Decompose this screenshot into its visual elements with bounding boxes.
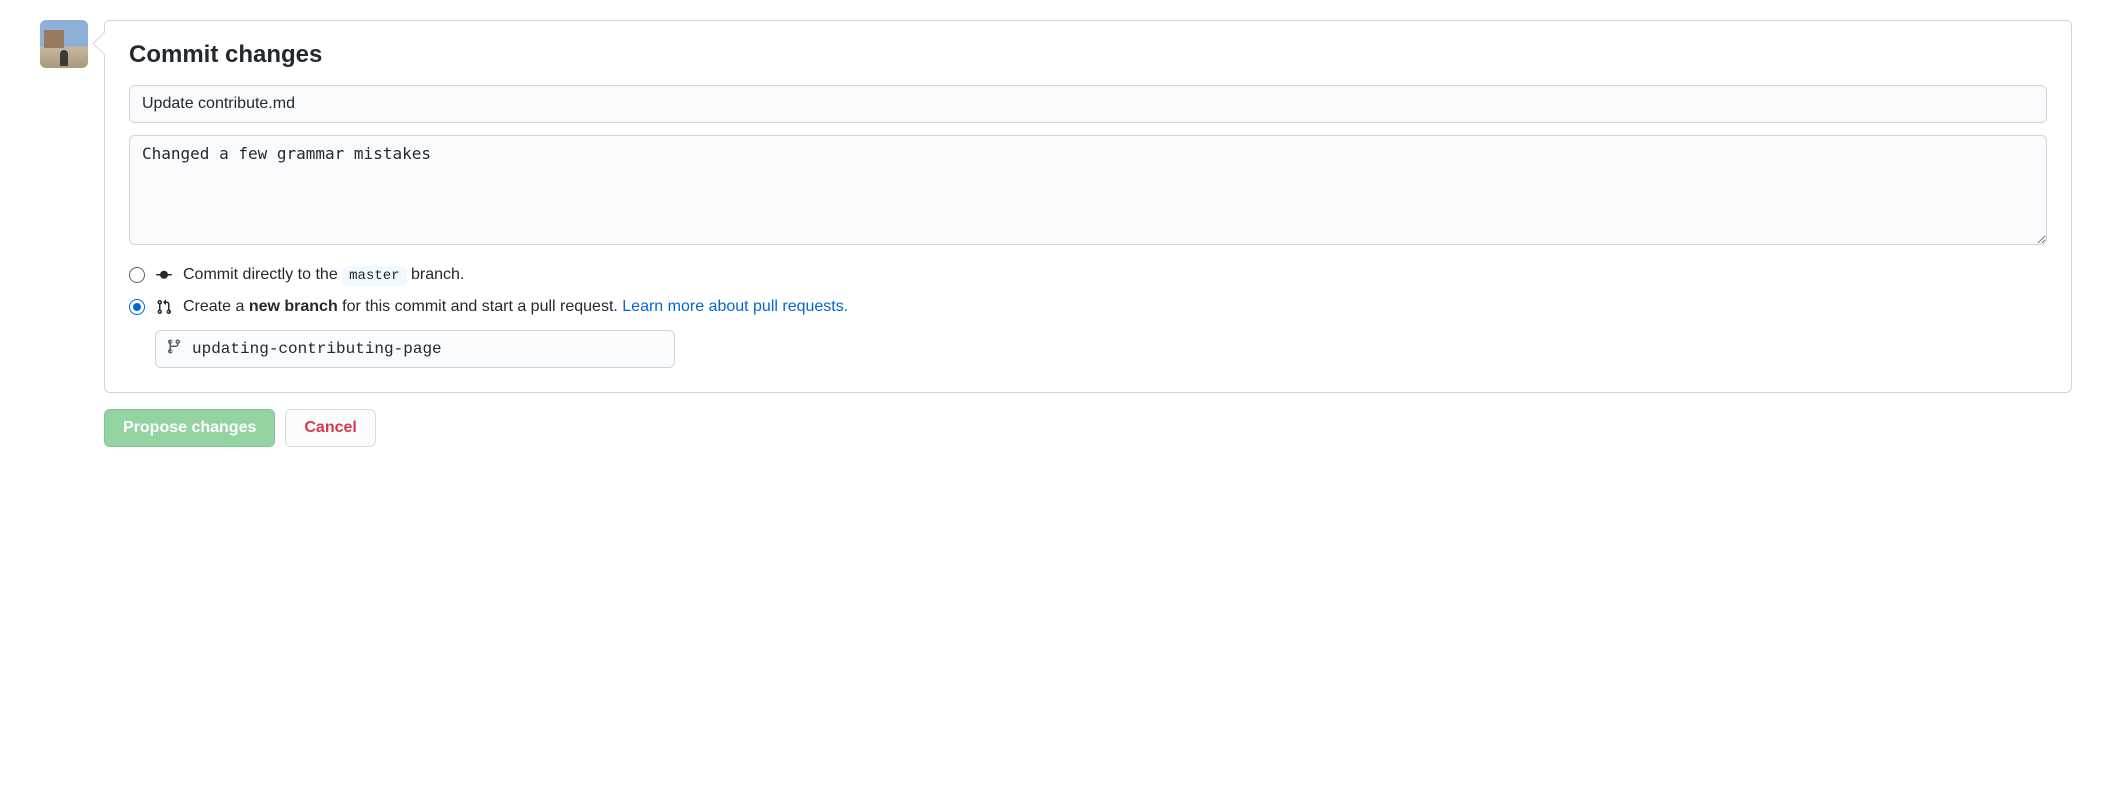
branch-code-tag: master <box>342 266 406 286</box>
cancel-button[interactable]: Cancel <box>285 409 375 447</box>
commit-direct-option[interactable]: Commit directly to the master branch. <box>129 266 2047 284</box>
commit-direct-label: Commit directly to the master branch. <box>183 266 464 284</box>
propose-changes-button[interactable]: Propose changes <box>104 409 275 447</box>
radio-unchecked[interactable] <box>129 267 145 283</box>
commit-new-branch-label: Create a new branch for this commit and … <box>183 298 848 316</box>
branch-name-input[interactable] <box>155 330 675 368</box>
commit-new-branch-option[interactable]: Create a new branch for this commit and … <box>129 298 2047 316</box>
radio-checked[interactable] <box>129 299 145 315</box>
commit-changes-panel: Commit changes Changed a few grammar mis… <box>104 20 2072 393</box>
git-pull-request-icon <box>155 298 173 316</box>
commit-description-textarea[interactable]: Changed a few grammar mistakes <box>129 135 2047 245</box>
commit-summary-input[interactable] <box>129 85 2047 123</box>
user-avatar <box>40 20 88 68</box>
learn-more-link[interactable]: Learn more about pull requests. <box>622 298 848 315</box>
git-commit-icon <box>155 266 173 284</box>
panel-title: Commit changes <box>129 41 2047 69</box>
